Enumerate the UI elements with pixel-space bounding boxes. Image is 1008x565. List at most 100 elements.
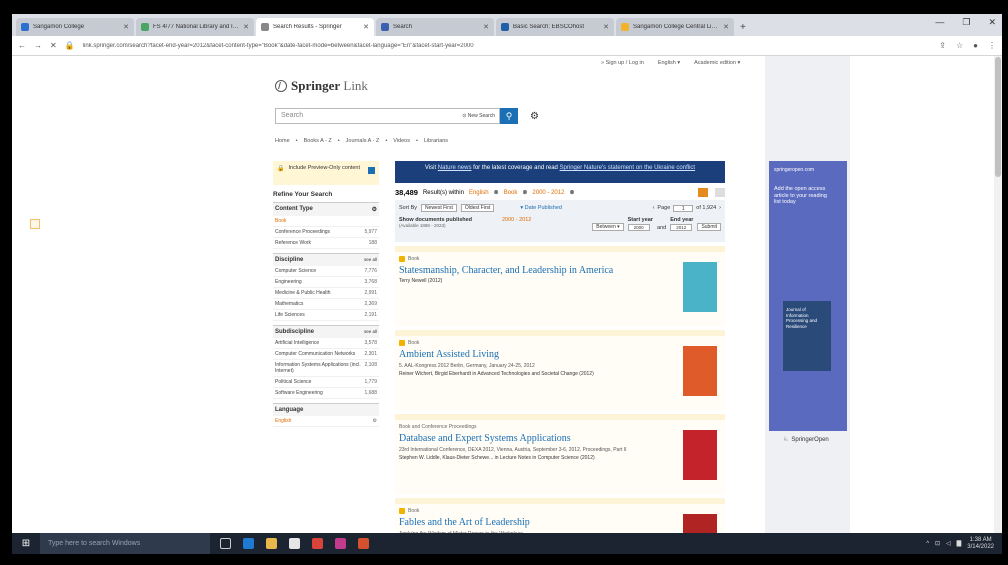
facet-row[interactable]: Reference Work 188 — [273, 238, 379, 249]
tab-ebsco[interactable]: Basic Search: EBSCOhost ✕ — [496, 18, 614, 36]
gear-icon[interactable]: ⚙ — [373, 418, 377, 424]
star-icon[interactable]: ☆ — [956, 41, 963, 50]
preview-only-toggle[interactable]: 🔒 Include Preview-Only content — [273, 161, 379, 185]
download-icon[interactable] — [715, 188, 725, 197]
gear-icon[interactable]: ⚙ — [372, 206, 377, 213]
edge-icon[interactable] — [243, 538, 254, 549]
nav-librarians[interactable]: Librarians — [424, 138, 448, 144]
end-year-input[interactable]: 2012 — [670, 224, 693, 231]
tray-chevron-icon[interactable]: ^ — [926, 541, 929, 547]
maximize-button[interactable]: ❐ — [962, 17, 970, 28]
facet-row[interactable]: Conference Proceedings 5,977 — [273, 227, 379, 238]
sort-oldest-button[interactable]: Oldest First — [460, 204, 495, 212]
side-widget-icon[interactable] — [30, 219, 40, 229]
close-icon[interactable]: ✕ — [603, 23, 609, 31]
facet-row[interactable]: Medicine & Public Health 2,991 — [273, 288, 379, 299]
facet-row[interactable]: Book — [273, 216, 379, 227]
nav-journals[interactable]: Journals A - Z — [346, 138, 380, 144]
springer-open-ad[interactable]: springeropen.com Add the open access art… — [769, 161, 847, 431]
new-tab-button[interactable]: + — [740, 22, 746, 33]
sort-newest-button[interactable]: Newest First — [421, 204, 457, 212]
back-button[interactable]: ← — [18, 41, 26, 50]
page-input[interactable]: 1 — [673, 204, 694, 212]
tab-central-library[interactable]: Sangamon College Central Library ✕ — [616, 18, 734, 36]
preview-checkbox[interactable] — [368, 167, 375, 174]
close-icon[interactable]: ✕ — [483, 23, 489, 31]
facet-row[interactable]: Computer Communication Networks 2,301 — [273, 349, 379, 360]
prev-page-icon[interactable]: ‹ — [653, 205, 655, 211]
facet-row[interactable]: Life Sciences 2,191 — [273, 310, 379, 321]
scrollbar[interactable] — [994, 56, 1002, 533]
store-icon[interactable] — [289, 538, 300, 549]
edition-select[interactable]: Academic edition ▾ — [694, 60, 740, 66]
search-button[interactable]: ⚲ — [500, 108, 518, 124]
filter-chip-book[interactable]: Book — [504, 190, 518, 196]
volume-icon[interactable]: ◁ — [946, 540, 951, 547]
search-input[interactable]: Search ⊙ New Search — [275, 108, 500, 124]
rss-icon[interactable] — [698, 188, 708, 197]
task-view-icon[interactable] — [220, 538, 231, 549]
facet-row[interactable]: Software Engineering 1,688 — [273, 388, 379, 399]
close-icon[interactable]: ✕ — [723, 23, 729, 31]
book-cover[interactable] — [683, 430, 717, 480]
nav-home[interactable]: Home — [275, 138, 290, 144]
nav-videos[interactable]: Videos — [393, 138, 410, 144]
facet-row[interactable]: Artificial Intelligence 3,578 — [273, 338, 379, 349]
remove-filter-icon[interactable]: ⊗ — [522, 189, 527, 196]
close-icon[interactable]: ✕ — [243, 23, 249, 31]
result-title[interactable]: Ambient Assisted Living — [399, 349, 689, 360]
date-published-dropdown[interactable]: ▾ Date Published — [520, 205, 562, 211]
minimize-button[interactable]: — — [935, 17, 944, 28]
forward-button[interactable]: → — [34, 41, 42, 50]
springer-open-logo[interactable]: ♘ SpringerOpen — [783, 436, 829, 444]
banner-link-nature-news[interactable]: Nature news — [438, 165, 472, 171]
banner-link-statement[interactable]: Springer Nature's statement on the Ukrai… — [560, 165, 696, 171]
result-title[interactable]: Database and Expert Systems Applications — [399, 433, 689, 444]
tab-search[interactable]: Search ✕ — [376, 18, 494, 36]
result-title[interactable]: Statesmanship, Character, and Leadership… — [399, 265, 689, 276]
start-year-input[interactable]: 2000 — [627, 224, 650, 231]
between-select[interactable]: Between ▾ — [592, 223, 624, 231]
book-cover[interactable] — [683, 346, 717, 396]
tab-springer[interactable]: Search Results - Springer ✕ — [256, 18, 374, 36]
stop-button[interactable]: ✕ — [50, 41, 57, 50]
next-page-icon[interactable]: › — [719, 205, 721, 211]
tab-sangamon[interactable]: Sangamon College ✕ — [16, 18, 134, 36]
taskbar-search[interactable]: Type here to search Windows — [40, 533, 210, 554]
profile-icon[interactable]: ● — [973, 41, 978, 50]
facet-row[interactable]: Mathematics 2,369 — [273, 299, 379, 310]
login-link[interactable]: » Sign up / Log in — [601, 60, 644, 66]
see-all-link[interactable]: see all — [364, 329, 377, 335]
snip-icon[interactable] — [335, 538, 346, 549]
result-title[interactable]: Fables and the Art of Leadership — [399, 517, 689, 528]
submit-button[interactable]: Submit — [697, 223, 721, 231]
network-icon[interactable]: ⊡ — [935, 540, 940, 547]
facet-row[interactable]: English ⚙ — [273, 416, 379, 427]
facet-row[interactable]: Political Science 1,779 — [273, 377, 379, 388]
filter-chip-date[interactable]: 2000 - 2012 — [532, 190, 564, 196]
close-icon[interactable]: ✕ — [363, 23, 369, 31]
notification-icon[interactable]: ▇ — [957, 540, 962, 547]
close-icon[interactable]: ✕ — [123, 23, 129, 31]
remove-filter-icon[interactable]: ⊗ — [569, 189, 574, 196]
url-field[interactable]: link.springer.com/search?facet-end-year=… — [83, 43, 932, 49]
scrollbar-thumb[interactable] — [995, 57, 1001, 177]
file-explorer-icon[interactable] — [266, 538, 277, 549]
nav-books[interactable]: Books A - Z — [304, 138, 332, 144]
clock[interactable]: 1:38 AM 3/14/2022 — [967, 537, 994, 551]
filter-chip-english[interactable]: English — [469, 190, 489, 196]
word-icon[interactable] — [358, 538, 369, 549]
see-all-link[interactable]: see all — [364, 257, 377, 263]
windows-start-icon[interactable]: ⊞ — [12, 538, 40, 549]
facet-row[interactable]: Information Systems Applications (incl. … — [273, 360, 379, 377]
facet-row[interactable]: Engineering 3,768 — [273, 277, 379, 288]
springer-link-logo[interactable]: Springer Link — [275, 78, 368, 94]
language-select[interactable]: English ▾ — [658, 60, 680, 66]
close-window-button[interactable]: ✕ — [988, 17, 996, 28]
facet-row[interactable]: Computer Science 7,776 — [273, 266, 379, 277]
gear-icon[interactable]: ⚙ — [530, 111, 539, 122]
share-icon[interactable]: ⇪ — [939, 41, 946, 50]
tab-library[interactable]: FS 4/77 National Library and Info ✕ — [136, 18, 254, 36]
chrome-icon[interactable] — [312, 538, 323, 549]
book-cover[interactable] — [683, 262, 717, 312]
